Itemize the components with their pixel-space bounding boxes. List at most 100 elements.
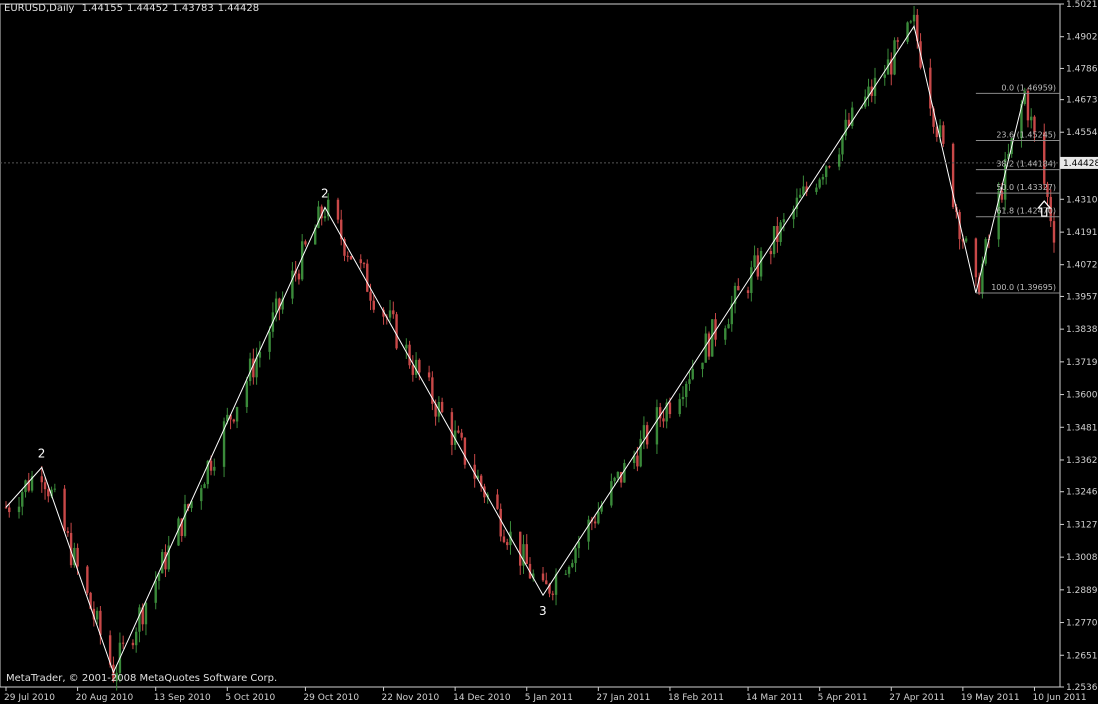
candle-body [1052,221,1056,243]
candle-body [43,482,47,490]
candle-body [154,580,157,603]
candle-body [47,489,50,497]
candle-body [841,135,844,155]
candle-body [688,379,691,384]
candle-body [685,383,688,397]
x-tick-label: 27 Jan 2011 [596,693,650,703]
candle-body [929,67,932,109]
candle-body [707,333,711,357]
current-price-label: 1.44428 [1063,159,1098,169]
x-tick-label: 5 Jan 2011 [525,693,573,703]
y-tick-label: 1.45545 [1066,128,1098,138]
candle-body [411,365,415,375]
candle-body [323,216,327,219]
candle-body [366,263,369,292]
symbol-label: EURUSD,Daily [4,3,75,14]
y-tick-label: 1.34810 [1066,423,1098,433]
candle-body [427,372,431,378]
y-tick-label: 1.30085 [1066,553,1098,563]
candle-body [759,251,763,277]
candle-body [737,285,740,291]
candle-body [636,455,639,467]
candle-body [574,548,577,564]
candle-body [616,471,620,478]
candle-body [818,179,821,188]
y-tick-label: 1.27705 [1066,619,1098,629]
candle-body [297,273,301,280]
candle-body [40,476,44,483]
candle-body [460,432,463,438]
y-tick-label: 1.37190 [1066,358,1098,368]
candle-body [268,331,271,352]
candle-body [655,407,659,445]
fib-level-label: 0.0 (1.46959) [1001,83,1056,92]
x-tick-label: 27 Apr 2011 [889,693,945,703]
y-tick-label: 1.39570 [1066,292,1098,302]
x-tick-label: 29 Jul 2010 [4,693,55,703]
candle-body [369,291,372,301]
candle-body [53,488,57,490]
candle-body [896,40,899,42]
candle-body [502,536,506,543]
candle-body [213,466,216,471]
candle-body [408,344,411,366]
chart-header: EURUSD,Daily 1.44155 1.44452 1.43783 1.4442… [4,3,263,14]
close-value: 1.44428 [217,3,260,14]
candle-body [209,460,213,471]
fib-level-label: 50.0 (1.43327) [996,183,1056,192]
candle-body [571,563,574,568]
candle-body [681,396,685,400]
low-value: 1.43783 [172,3,214,14]
x-tick-label: 5 Oct 2010 [225,693,275,703]
candle-body [724,328,727,340]
candle-body [964,238,968,242]
candle-body [235,407,239,422]
wave-label: 2 [321,186,329,200]
candle-body [906,22,909,42]
x-tick-label: 5 Apr 2011 [818,693,868,703]
x-tick-label: 19 May 2011 [961,693,1020,703]
candle-body [496,494,499,509]
candle-body [245,381,249,408]
candle-body [4,507,8,509]
candle-body [974,238,978,278]
candle-body [1026,91,1030,121]
candle-body [541,573,545,581]
candle-body [567,567,571,574]
y-tick-label: 1.26515 [1066,651,1098,661]
candle-body [519,531,522,566]
candle-body [86,566,89,593]
y-tick-label: 1.49020 [1066,33,1098,43]
high-value: 1.44452 [126,3,169,14]
candle-body [577,541,581,549]
open-value: 1.44155 [81,3,123,14]
price-chart[interactable]: 1.502101.490201.478651.467301.455451.443… [0,0,1098,704]
candle-body [183,504,187,536]
y-tick-label: 1.43105 [1066,195,1098,205]
candle-body [828,166,831,168]
candle-body [418,359,421,373]
y-tick-label: 1.31275 [1066,520,1098,530]
x-tick-label: 13 Sep 2010 [154,693,211,703]
candle-body [66,531,70,533]
candle-body [639,438,642,467]
candle-body [746,290,750,293]
candle-body [349,256,353,260]
candle-body [802,186,805,195]
candle-body [837,154,841,167]
candle-body [95,610,99,620]
y-tick-label: 1.25360 [1066,683,1098,693]
candle-body [336,199,340,220]
candle-body [613,477,616,482]
fib-level-label: 38.2 (1.44184) [996,160,1056,169]
candle-body [623,463,626,483]
candle-body [499,508,502,537]
candle-body [405,344,408,349]
candle-body [274,298,278,313]
candle-body [21,492,24,507]
candle-body [388,310,392,318]
candle-body [291,270,294,299]
candle-body [750,267,753,293]
candle-body [824,166,828,177]
candle-body [678,399,681,415]
